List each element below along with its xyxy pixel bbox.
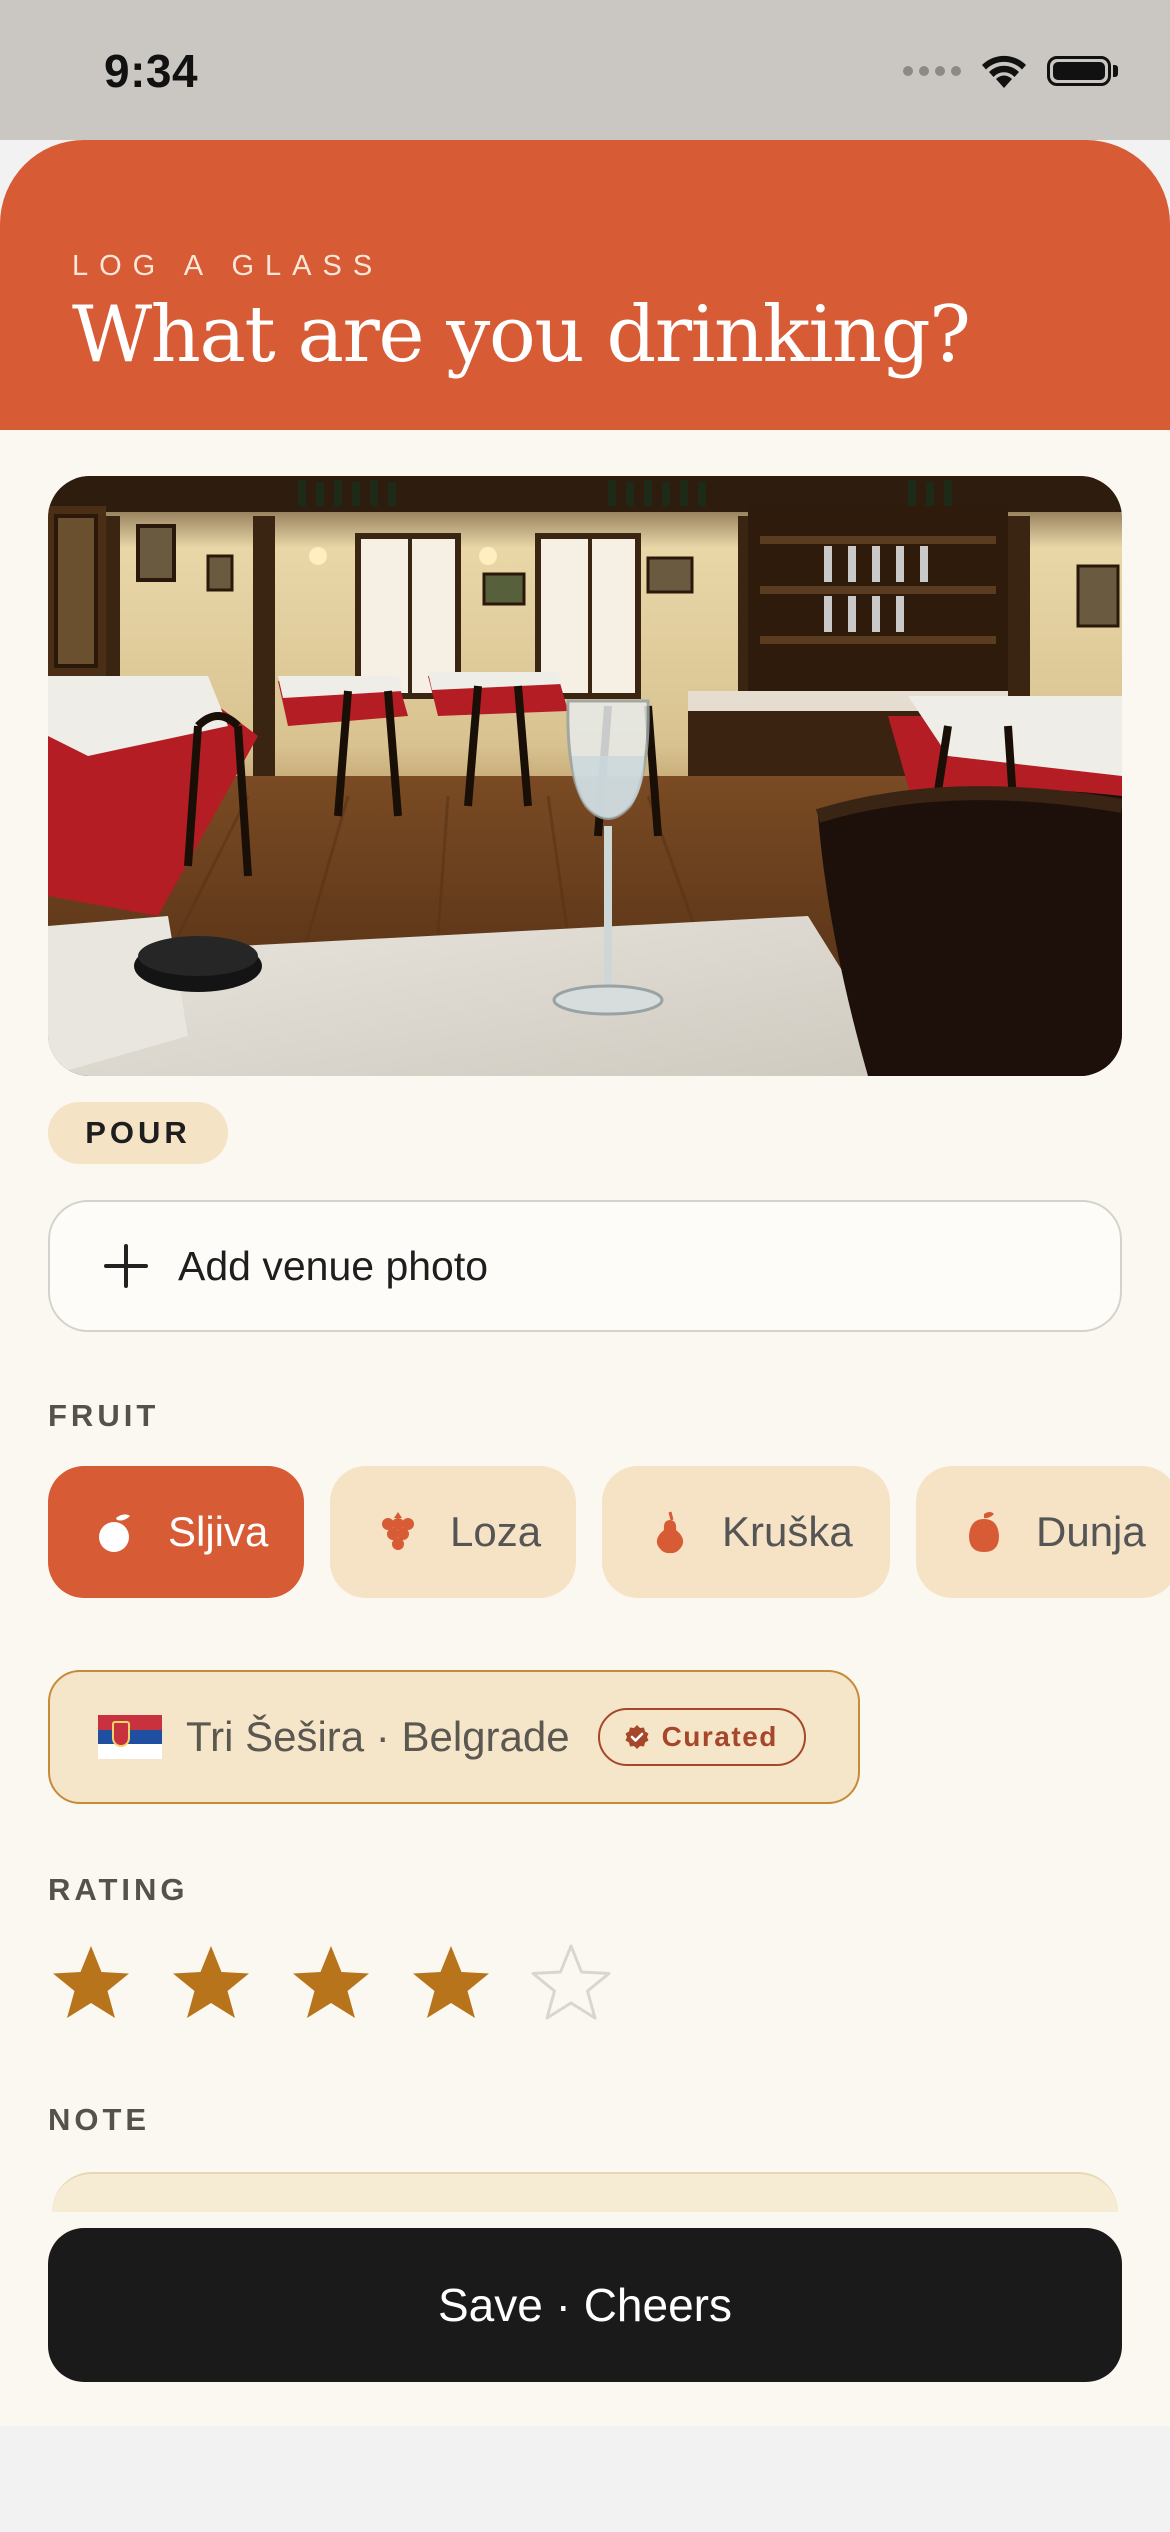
star-5-icon[interactable]	[528, 1942, 614, 2026]
venue-chip[interactable]: Tri Šešira · Belgrade Curated	[48, 1670, 860, 1804]
star-rating	[48, 1942, 614, 2026]
verified-badge-icon	[625, 1725, 649, 1749]
note-section-label: NOTE	[48, 2102, 151, 2137]
status-time: 9:34	[104, 45, 199, 97]
fruit-chip-loza[interactable]: Loza	[330, 1466, 576, 1598]
plus-icon	[104, 1244, 148, 1288]
pear-icon	[656, 1511, 684, 1554]
status-bar: 9:34	[0, 0, 1170, 140]
star-4-icon[interactable]	[408, 1942, 494, 2026]
venue-name: Tri Šešira · Belgrade	[186, 1713, 570, 1760]
note-textarea[interactable]	[52, 2172, 1118, 2212]
star-2-icon[interactable]	[168, 1942, 254, 2026]
add-venue-photo-label: Add venue photo	[178, 1242, 489, 1289]
grape-icon	[382, 1512, 414, 1550]
status-icons	[903, 52, 1118, 90]
pour-photo[interactable]	[48, 476, 1122, 1076]
battery-icon	[1047, 56, 1111, 86]
pour-tag: POUR	[48, 1102, 228, 1164]
serbia-flag-icon	[98, 1715, 162, 1759]
cellular-signal-icon	[903, 66, 961, 76]
curated-badge-label: Curated	[661, 1721, 778, 1752]
fruit-chip-label: Sljiva	[168, 1508, 269, 1555]
fruit-chip-label: Loza	[450, 1508, 542, 1555]
fruit-selector: Sljiva Loza Kruška Dunja	[48, 1466, 1170, 1598]
fruit-chip-label: Kruška	[722, 1508, 853, 1555]
log-form: POUR Add venue photo FRUIT Sljiva Loza K…	[0, 430, 1170, 2426]
wifi-icon	[982, 55, 1026, 88]
fruit-chip-label: Dunja	[1036, 1508, 1146, 1555]
rating-section-label: RATING	[48, 1872, 189, 1907]
add-venue-photo-button[interactable]: Add venue photo	[48, 1200, 1122, 1332]
fruit-chip-kruska[interactable]: Kruška	[602, 1466, 890, 1598]
restaurant-interior-image	[48, 476, 1122, 1076]
header: LOG A GLASS What are you drinking?	[0, 140, 1170, 430]
fruit-chip-sljiva[interactable]: Sljiva	[48, 1466, 304, 1598]
save-button[interactable]: Save · Cheers	[48, 2228, 1122, 2382]
fruit-chip-dunja[interactable]: Dunja	[916, 1466, 1170, 1598]
quince-icon	[969, 1512, 999, 1552]
curated-badge: Curated	[597, 1708, 806, 1766]
fruit-section-label: FRUIT	[48, 1398, 160, 1433]
star-3-icon[interactable]	[288, 1942, 374, 2026]
star-1-icon[interactable]	[48, 1942, 134, 2026]
page-title: What are you drinking?	[72, 290, 971, 380]
plum-icon	[99, 1514, 130, 1552]
header-eyebrow: LOG A GLASS	[72, 250, 384, 282]
